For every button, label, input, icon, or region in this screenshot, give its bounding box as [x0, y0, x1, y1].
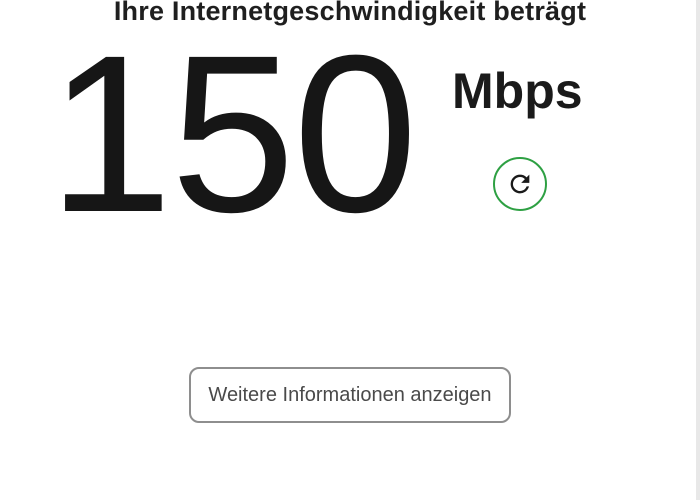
speed-test-result-panel: Ihre Internetgeschwindigkeit beträgt 150… — [0, 0, 700, 500]
speed-value: 150 — [48, 9, 418, 259]
more-info-button[interactable]: Weitere Informationen anzeigen — [189, 367, 511, 423]
speed-unit: Mbps — [452, 63, 583, 119]
refresh-button[interactable] — [493, 157, 547, 211]
panel-divider — [696, 0, 700, 500]
refresh-icon — [510, 174, 530, 194]
